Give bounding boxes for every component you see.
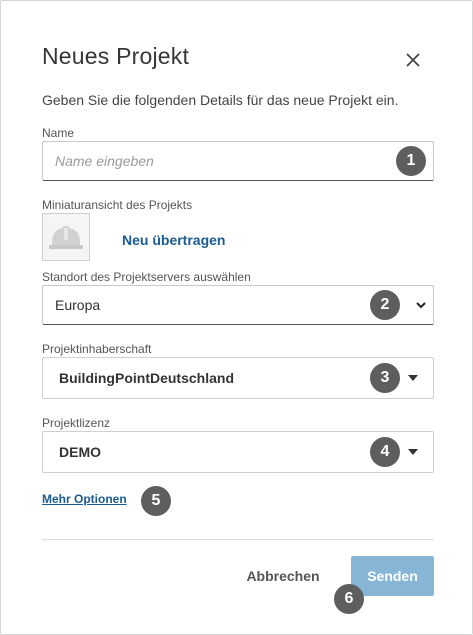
footer-divider	[42, 539, 434, 540]
submit-button[interactable]: Senden	[351, 556, 434, 596]
callout-badge-3: 3	[370, 363, 400, 393]
upload-thumbnail-link[interactable]: Neu übertragen	[122, 232, 225, 248]
server-location-value: Europa	[55, 297, 101, 313]
caret-down-icon	[408, 375, 418, 381]
server-location-label: Standort des Projektservers auswählen	[42, 270, 251, 284]
callout-badge-2: 2	[370, 290, 400, 320]
close-icon[interactable]	[403, 50, 423, 70]
callout-badge-5: 5	[141, 486, 171, 516]
more-options-link[interactable]: Mehr Optionen	[42, 492, 127, 506]
name-field[interactable]	[42, 141, 434, 181]
dialog-subtitle: Geben Sie die folgenden Details für das …	[42, 92, 399, 108]
callout-badge-1: 1	[396, 146, 426, 176]
license-value: DEMO	[59, 444, 101, 460]
callout-badge-4: 4	[370, 437, 400, 467]
new-project-dialog: Neues Projekt Geben Sie die folgenden De…	[0, 0, 473, 635]
ownership-label: Projektinhaberschaft	[42, 342, 152, 356]
callout-badge-6: 6	[334, 584, 364, 614]
ownership-value: BuildingPointDeutschland	[59, 370, 234, 386]
thumbnail-label: Miniaturansicht des Projekts	[42, 198, 193, 212]
chevron-down-icon	[416, 302, 426, 309]
name-input[interactable]	[55, 143, 375, 179]
hard-hat-icon	[49, 226, 83, 249]
name-label: Name	[42, 126, 75, 140]
dialog-title: Neues Projekt	[42, 43, 190, 69]
caret-down-icon	[408, 449, 418, 455]
cancel-button[interactable]: Abbrechen	[237, 556, 329, 596]
license-label: Projektlizenz	[42, 416, 111, 430]
project-thumbnail	[42, 213, 90, 261]
